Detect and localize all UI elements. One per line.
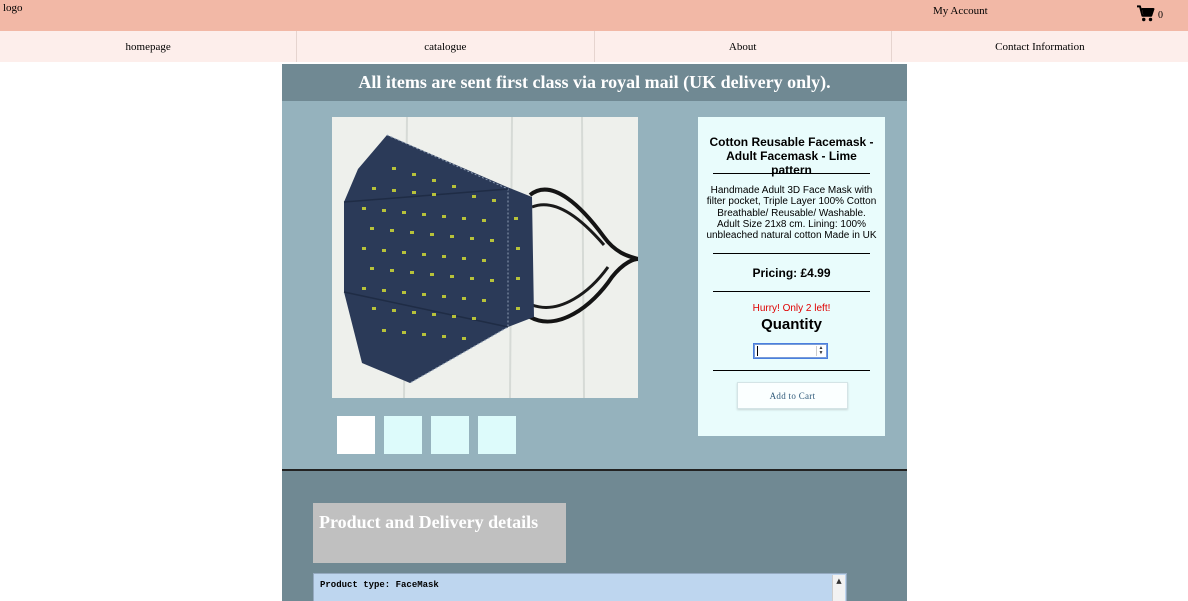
product-section: All items are sent first class via royal…	[282, 64, 907, 601]
shopping-cart-icon	[1137, 4, 1155, 21]
details-section: Product and Delivery details Product typ…	[282, 471, 907, 601]
product-image[interactable]	[332, 117, 638, 398]
main-nav: homepage catalogue About Contact Informa…	[0, 31, 1188, 62]
product-title: Cotton Reusable Facemask - Adult Facemas…	[709, 135, 874, 177]
thumbnail[interactable]	[337, 416, 375, 454]
product-price: Pricing: £4.99	[752, 266, 831, 280]
stock-warning: Hurry! Only 2 left!	[752, 303, 831, 314]
text-caret	[757, 346, 758, 356]
details-heading: Product and Delivery details	[313, 503, 566, 563]
nav-item-about[interactable]: About	[595, 31, 892, 62]
top-bar: logo My Account 0	[0, 0, 1188, 31]
delivery-banner: All items are sent first class via royal…	[282, 64, 907, 101]
details-text: Product type: FaceMask	[320, 580, 439, 590]
cart-button[interactable]: 0	[1137, 3, 1163, 23]
facemask-photo	[332, 117, 638, 398]
cart-count: 0	[1158, 9, 1163, 21]
my-account-link[interactable]: My Account	[933, 5, 988, 17]
thumbnail[interactable]	[478, 416, 516, 454]
nav-item-contact[interactable]: Contact Information	[892, 31, 1188, 62]
nav-item-homepage[interactable]: homepage	[0, 31, 298, 62]
quantity-label: Quantity	[761, 316, 822, 333]
thumbnail[interactable]	[384, 416, 422, 454]
thumbnail-strip	[337, 416, 516, 454]
divider	[713, 291, 870, 292]
divider	[713, 253, 870, 254]
thumbnail[interactable]	[431, 416, 469, 454]
logo[interactable]: logo	[3, 2, 23, 14]
product-info-panel: Cotton Reusable Facemask - Adult Facemas…	[698, 117, 885, 436]
divider	[713, 370, 870, 371]
quantity-input[interactable]: ▲ ▼	[753, 343, 828, 359]
quantity-stepper[interactable]: ▲ ▼	[816, 346, 825, 356]
product-description: Handmade Adult 3D Face Mask with filter …	[706, 185, 877, 242]
scroll-up-icon[interactable]: ▲	[833, 575, 845, 587]
divider	[713, 173, 870, 174]
details-scrollbar[interactable]: ▲	[832, 575, 845, 601]
add-to-cart-button[interactable]: Add to Cart	[737, 382, 848, 409]
nav-item-catalogue[interactable]: catalogue	[297, 31, 595, 62]
details-textarea[interactable]: Product type: FaceMask ▲	[313, 573, 847, 601]
